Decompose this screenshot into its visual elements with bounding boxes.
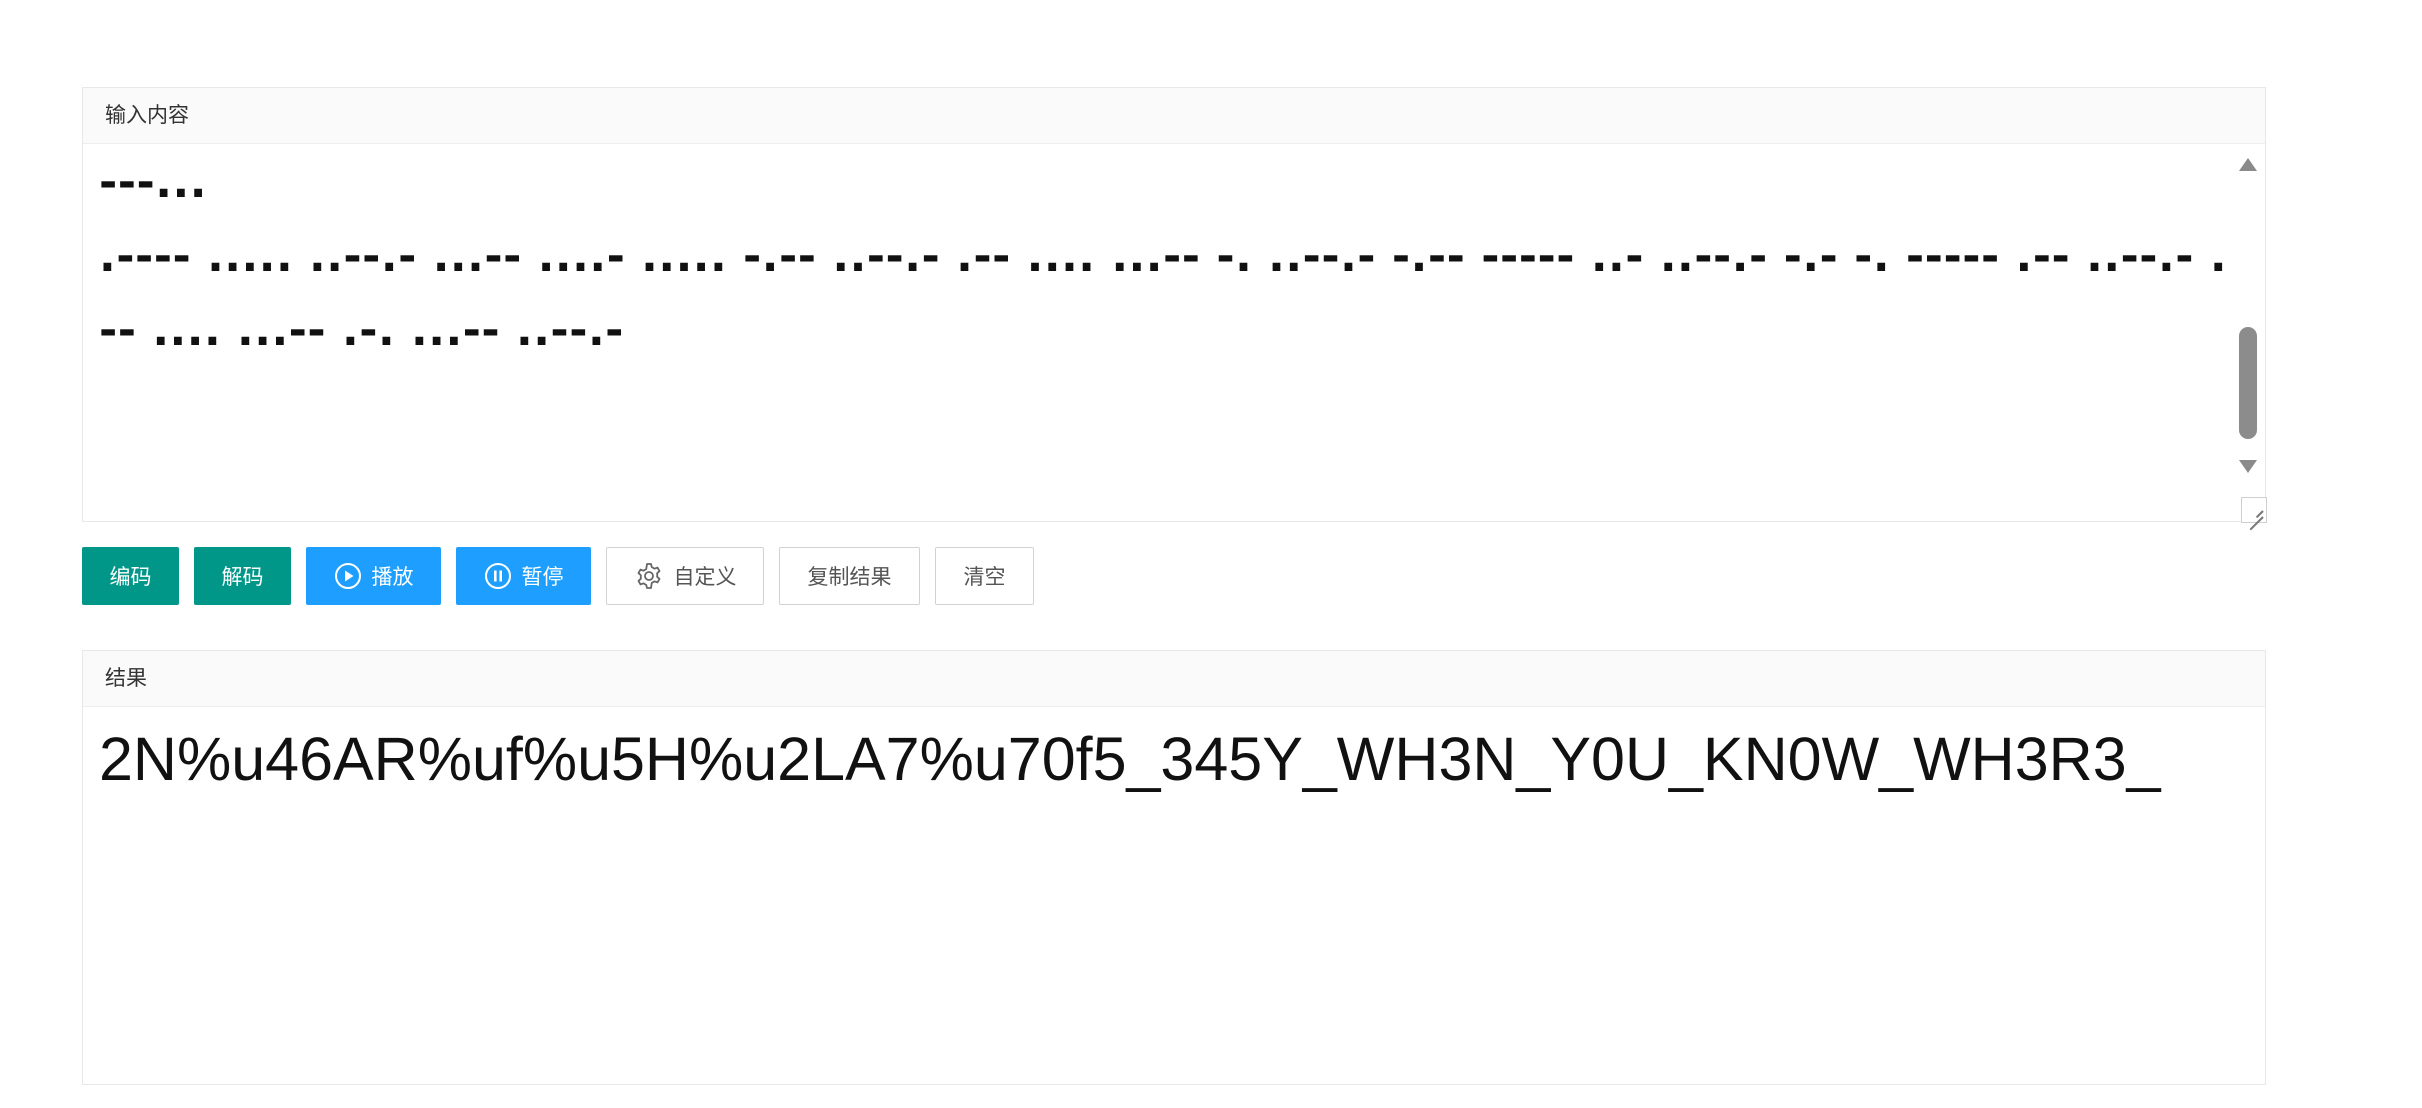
encode-button-label: 编码 <box>109 565 152 589</box>
scroll-thumb[interactable] <box>2239 327 2257 439</box>
scroll-up-arrow-icon[interactable] <box>2239 158 2257 171</box>
encode-button[interactable]: 编码 <box>82 547 179 605</box>
toolbar: 编码 解码 播放 暂停 自定义 复制结果 清空 <box>82 547 1034 605</box>
play-button-label: 播放 <box>371 565 414 589</box>
clear-button-label: 清空 <box>963 565 1006 589</box>
result-panel-title: 结果 <box>83 651 2265 707</box>
play-circle-icon <box>334 562 362 590</box>
input-panel: 输入内容 ---... .---- ..... ..--.- ...-- ...… <box>82 87 2267 523</box>
custom-button[interactable]: 自定义 <box>606 547 764 605</box>
pause-button[interactable]: 暂停 <box>456 547 591 605</box>
decode-button-label: 解码 <box>221 565 264 589</box>
result-panel: 结果 2N%u46AR%uf%u5H%u2LA7%u70f5_345Y_WH3N… <box>82 650 2266 1085</box>
input-text[interactable]: ---... .---- ..... ..--.- ...-- ....- ..… <box>99 144 2229 521</box>
decode-button[interactable]: 解码 <box>194 547 291 605</box>
copy-result-button[interactable]: 复制结果 <box>779 547 920 605</box>
resize-handle-icon[interactable] <box>2241 497 2267 523</box>
gear-icon <box>634 561 664 591</box>
result-text: 2N%u46AR%uf%u5H%u2LA7%u70f5_345Y_WH3N_Y0… <box>99 725 2161 793</box>
input-scrollbar[interactable] <box>2233 144 2263 521</box>
clear-button[interactable]: 清空 <box>935 547 1034 605</box>
input-panel-title: 输入内容 <box>83 88 2265 144</box>
copy-result-button-label: 复制结果 <box>807 565 892 589</box>
pause-circle-icon <box>484 562 512 590</box>
input-textarea[interactable]: ---... .---- ..... ..--.- ...-- ....- ..… <box>83 144 2267 523</box>
pause-button-label: 暂停 <box>521 565 564 589</box>
play-button[interactable]: 播放 <box>306 547 441 605</box>
custom-button-label: 自定义 <box>673 565 737 589</box>
morse-tool-page: 输入内容 ---... .---- ..... ..--.- ...-- ...… <box>0 0 2422 1108</box>
scroll-down-arrow-icon[interactable] <box>2239 460 2257 473</box>
